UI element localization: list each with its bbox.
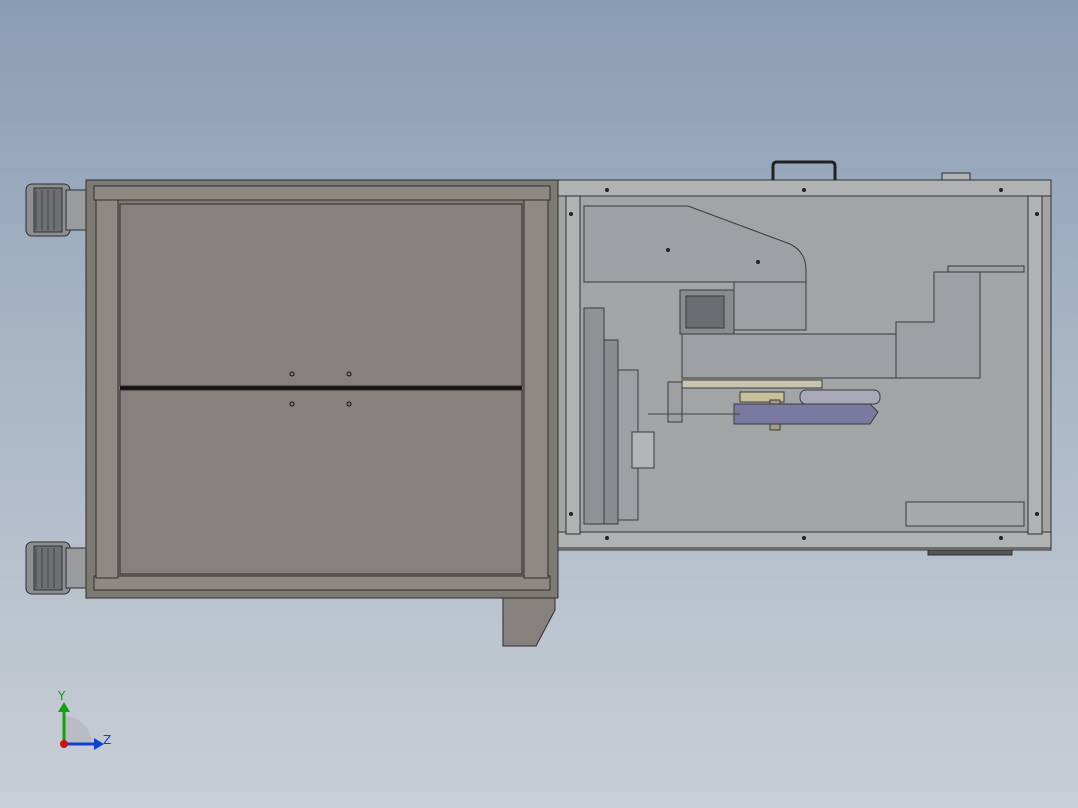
- upper-panel: [119, 203, 523, 387]
- top-tab: [941, 172, 971, 181]
- caster-bottom: [25, 541, 89, 595]
- bottom-bracket: [502, 597, 556, 647]
- coordinate-triad: Y Z: [57, 689, 111, 750]
- y-axis-arrow: [58, 702, 70, 712]
- x-axis-dot: [60, 740, 68, 748]
- left-cabinet: [85, 179, 559, 599]
- cad-viewport[interactable]: Y Z: [0, 0, 1078, 808]
- y-axis-label: Y: [57, 689, 66, 703]
- caster-top: [25, 183, 89, 237]
- z-axis-label: Z: [103, 733, 111, 747]
- bottom-tab: [927, 549, 1013, 556]
- triad-quadrant: [64, 716, 92, 744]
- handle: [771, 160, 837, 180]
- lower-panel: [119, 389, 523, 575]
